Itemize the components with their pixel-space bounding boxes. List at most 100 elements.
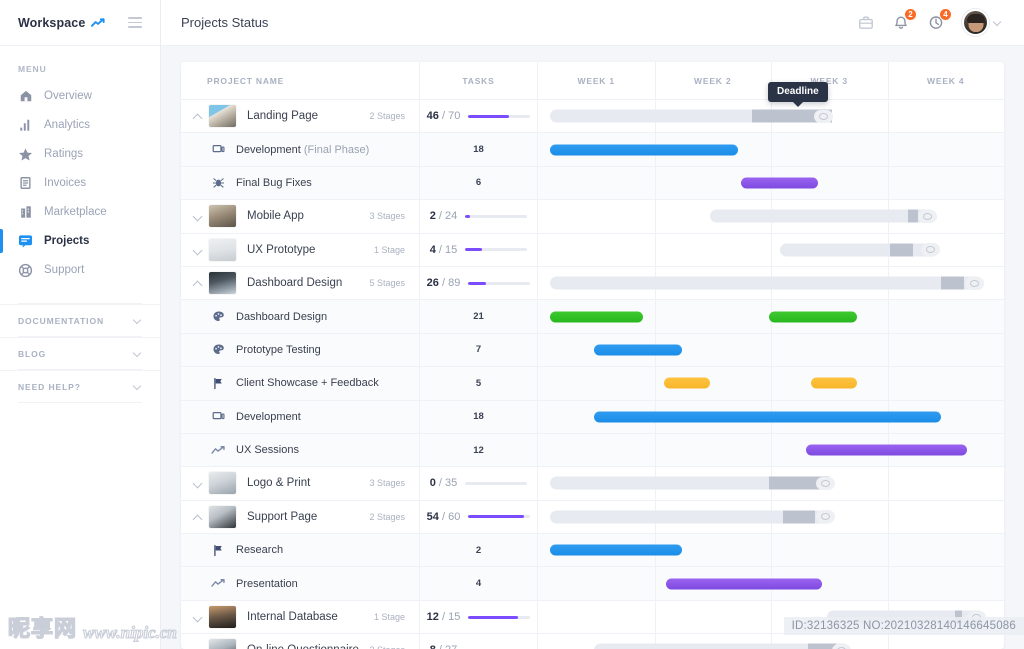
tasks-count: 2 xyxy=(475,544,482,556)
gantt-handle[interactable] xyxy=(813,109,833,123)
tasks-progress-bar xyxy=(468,114,531,118)
gantt-bar[interactable] xyxy=(593,344,683,356)
gantt-bar[interactable] xyxy=(663,377,711,389)
avatar[interactable] xyxy=(962,9,1002,36)
gantt-progress-segment xyxy=(782,510,816,524)
row-expander[interactable] xyxy=(191,476,205,490)
gantt-handle[interactable] xyxy=(918,209,938,223)
gantt-cell xyxy=(538,467,1004,500)
table-row[interactable]: Presentation 4 xyxy=(181,567,1004,601)
project-thumbnail xyxy=(209,105,236,128)
tasks-cell: 12 xyxy=(420,433,538,467)
row-expander[interactable] xyxy=(191,209,205,223)
gantt-handle[interactable] xyxy=(815,510,835,524)
row-expander[interactable] xyxy=(191,510,205,524)
gantt-handle[interactable] xyxy=(965,276,985,290)
table-row[interactable]: Prototype Testing 7 xyxy=(181,333,1004,368)
gantt-ghost-bar[interactable] xyxy=(826,610,987,624)
table-row[interactable]: Internal Database 1 Stage 12 / 15 xyxy=(181,600,1004,635)
project-stages: 1 Stage xyxy=(373,612,405,623)
row-expander[interactable] xyxy=(191,643,205,649)
sidebar-item-marketplace[interactable]: Marketplace xyxy=(0,198,160,226)
table-row[interactable]: Support Page 2 Stages 54 / 60 xyxy=(181,500,1004,535)
tasks-count: 5 xyxy=(475,377,482,389)
chevron-down-icon xyxy=(994,19,1002,27)
briefcase-icon[interactable] xyxy=(857,14,875,32)
gantt-bar[interactable] xyxy=(593,411,942,423)
gantt-handle[interactable] xyxy=(967,610,987,624)
sidebar-item-invoices[interactable]: Invoices xyxy=(0,169,160,197)
task-name-cell: Client Showcase + Feedback xyxy=(181,367,420,400)
project-thumbnail xyxy=(209,505,236,528)
table-row[interactable]: Development 18 xyxy=(181,400,1004,434)
gantt-ghost-bar[interactable] xyxy=(549,109,833,123)
sidebar-item-support[interactable]: Support xyxy=(0,256,160,284)
table-row[interactable]: Logo & Print 3 Stages 0 / 35 xyxy=(181,467,1004,501)
task-name-cell: Research xyxy=(181,534,420,567)
gantt-cell xyxy=(538,600,1004,634)
table-row[interactable]: Dashboard Design 5 Stages 26 / 89 xyxy=(181,266,1004,301)
gantt-cell xyxy=(538,166,1004,200)
gantt-ghost-bar[interactable] xyxy=(549,510,835,524)
gantt-bar[interactable] xyxy=(549,544,683,556)
row-expander[interactable] xyxy=(191,276,205,290)
table-row[interactable]: Final Bug Fixes 6 xyxy=(181,166,1004,201)
gantt-handle[interactable] xyxy=(920,243,940,257)
table-row[interactable]: Development (Final Phase) 18 xyxy=(181,133,1004,167)
notifications-icon[interactable]: 2 xyxy=(892,7,917,32)
gantt-ghost-bar[interactable] xyxy=(710,209,938,223)
gantt-bar[interactable] xyxy=(740,177,818,189)
gantt-handle[interactable] xyxy=(832,643,852,649)
sidebar-section-label: NEED HELP? xyxy=(18,381,81,392)
table-row[interactable]: Mobile App 3 Stages 2 / 24 xyxy=(181,200,1004,234)
tasks-cell: 4 / 15 xyxy=(420,233,538,266)
palette-icon xyxy=(211,343,225,357)
tasks-count: 4 / 15 xyxy=(429,243,458,256)
project-stages: 2 Stages xyxy=(369,111,405,122)
gantt-handle[interactable] xyxy=(815,476,835,490)
sidebar-section-documentation[interactable]: DOCUMENTATION xyxy=(0,304,160,336)
sidebar-item-ratings[interactable]: Ratings xyxy=(0,140,160,168)
gantt-bar[interactable] xyxy=(549,311,643,323)
tasks-count: 21 xyxy=(473,311,484,323)
table-row[interactable]: Research 2 xyxy=(181,534,1004,568)
gantt-ghost-bar[interactable] xyxy=(593,643,852,649)
table-row[interactable]: UX Prototype 1 Stage 4 / 15 xyxy=(181,233,1004,267)
table-row[interactable]: Landing Page 2 Stages 46 / 70 xyxy=(181,100,1004,134)
tasks-count: 26 / 89 xyxy=(426,277,461,290)
sidebar-item-projects[interactable]: Projects xyxy=(0,227,160,255)
project-stages: 5 Stages xyxy=(369,278,405,289)
project-name-cell: Logo & Print 3 Stages xyxy=(181,467,420,500)
sidebar-item-analytics[interactable]: Analytics xyxy=(0,111,160,139)
sidebar-section-blog[interactable]: BLOG xyxy=(0,337,160,369)
project-thumbnail xyxy=(209,639,236,649)
gantt-ghost-bar[interactable] xyxy=(549,476,835,490)
row-expander[interactable] xyxy=(191,610,205,624)
gantt-ghost-bar[interactable] xyxy=(780,243,940,257)
gantt-bar[interactable] xyxy=(805,444,967,456)
table-row[interactable]: On-line Questionnaire 3 Stages 8 / 27 xyxy=(181,634,1004,649)
table-row[interactable]: UX Sessions 12 xyxy=(181,433,1004,468)
project-stages: 3 Stages xyxy=(369,645,409,649)
sidebar-section-need-help[interactable]: NEED HELP? xyxy=(0,370,160,402)
hamburger-icon[interactable] xyxy=(128,17,142,28)
gantt-bar[interactable] xyxy=(549,144,739,156)
gantt-bar[interactable] xyxy=(810,377,858,389)
row-expander[interactable] xyxy=(191,243,205,257)
row-expander[interactable] xyxy=(191,109,205,123)
gantt-bar[interactable] xyxy=(666,578,823,590)
sidebar-item-overview[interactable]: Overview xyxy=(0,82,160,110)
gantt-progress-segment xyxy=(955,610,963,624)
gantt-bar[interactable] xyxy=(768,311,858,323)
messages-icon[interactable]: 4 xyxy=(927,7,952,32)
table-row[interactable]: Client Showcase + Feedback 5 xyxy=(181,367,1004,401)
tasks-progress-bar xyxy=(468,615,531,619)
tasks-count: 54 / 60 xyxy=(426,510,461,523)
tasks-progress-bar xyxy=(465,248,528,252)
chevron-down-icon xyxy=(134,317,142,325)
table-row[interactable]: Dashboard Design 21 xyxy=(181,300,1004,334)
task-name-cell: Presentation xyxy=(181,567,420,600)
gantt-ghost-bar[interactable] xyxy=(549,276,985,290)
project-stages: 3 Stages xyxy=(369,211,405,222)
sidebar-menu-label: MENU xyxy=(18,64,47,74)
